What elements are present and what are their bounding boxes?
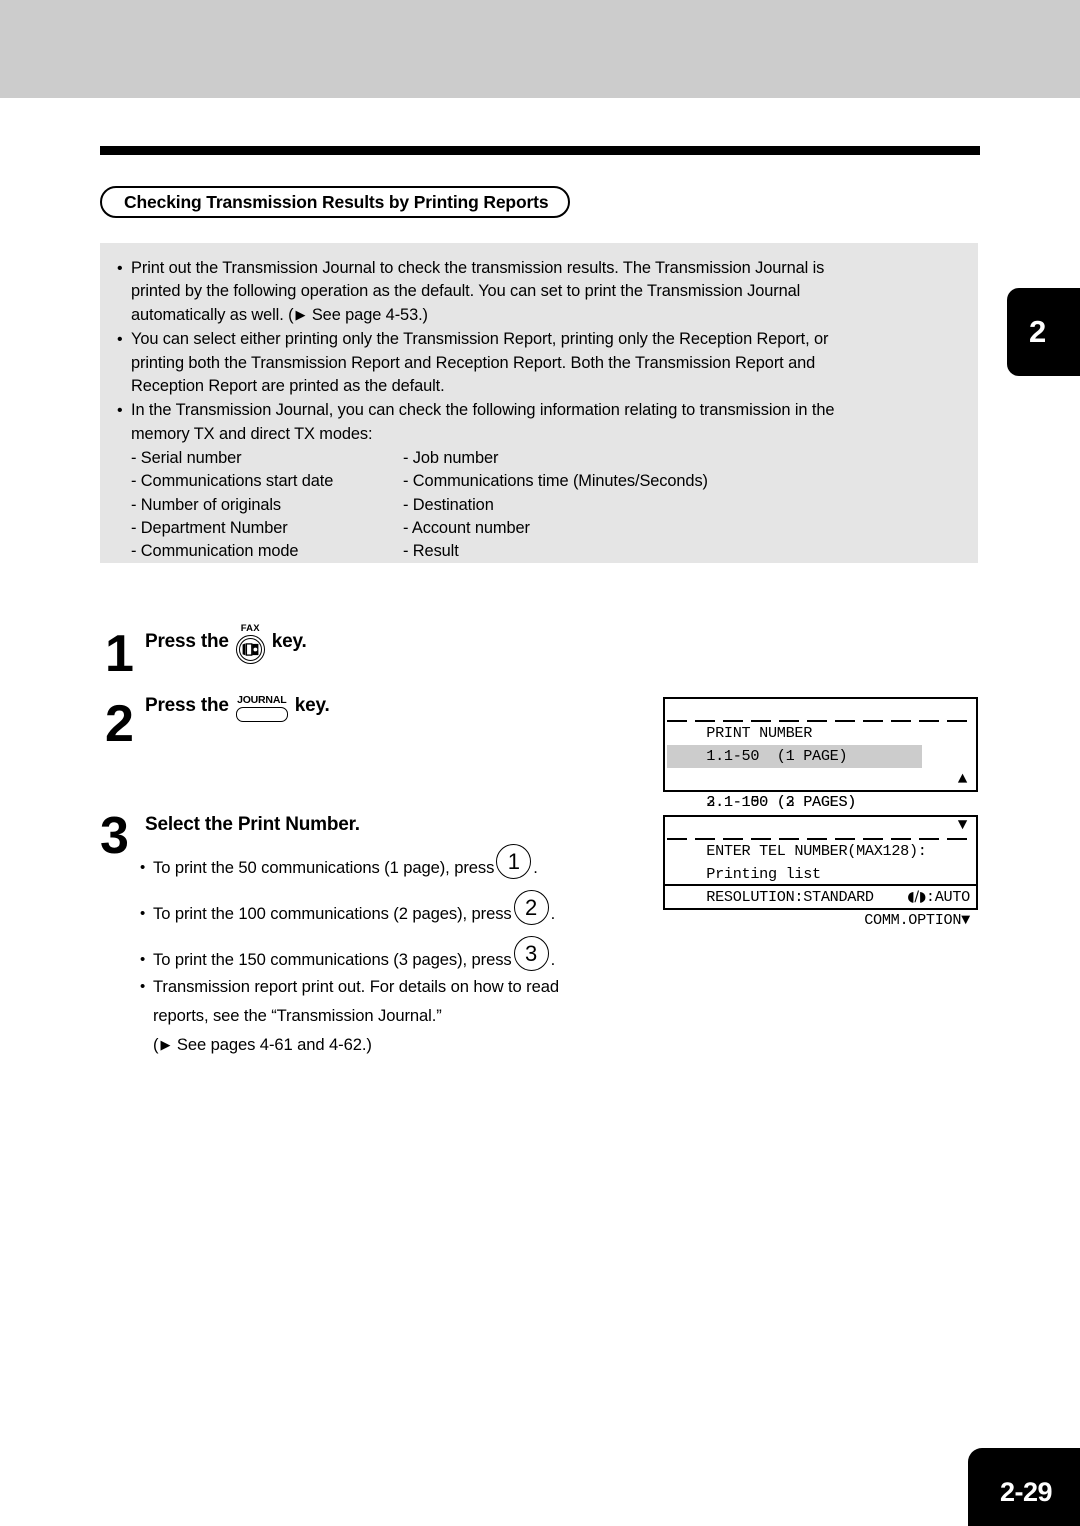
intro-panel: • Print out the Transmission Journal to … xyxy=(100,243,978,563)
list-item: - Number of originals - Destination xyxy=(131,494,964,517)
list-item-left: - Communications start date xyxy=(131,472,334,491)
list-item-left: - Number of originals xyxy=(131,495,282,514)
list-item-right: - Result xyxy=(403,542,459,561)
intro-bullet-line-last: automatically as well. (▶ See page 4-53.… xyxy=(131,304,964,327)
step-3-option-text: To print the 50 communications (1 page),… xyxy=(153,858,495,877)
list-item-right: - Communications time (Minutes/Seconds) xyxy=(403,472,708,491)
step-3-heading: Select the Print Number. xyxy=(145,814,360,835)
journal-key-label: JOURNAL xyxy=(237,694,287,706)
list-item-left: - Serial number xyxy=(131,449,242,468)
chapter-tab-number: 2 xyxy=(1029,314,1047,349)
bullet-dot-icon: • xyxy=(140,978,146,995)
list-item-left: - Communication mode xyxy=(131,542,299,561)
intro-bullet-line-text: automatically as well. ( xyxy=(131,305,294,324)
step-3-option-period: . xyxy=(550,904,556,923)
list-item: - Department Number - Account number xyxy=(131,517,964,540)
bullet-dot-icon: • xyxy=(117,331,123,349)
page-number-box: 2-29 xyxy=(968,1448,1080,1526)
step-2-instruction: Press the JOURNAL key. xyxy=(145,692,330,722)
lcd-comm-option-group: COMM.OPTION▼ xyxy=(811,886,970,955)
step-3-note-line1: Transmission report print out. For detai… xyxy=(153,977,559,996)
step-2-number: 2 xyxy=(105,695,134,753)
numeric-key-1-icon[interactable]: 1 xyxy=(496,844,532,879)
journal-key-body xyxy=(235,707,288,722)
lcd-option-row[interactable]: 3.1-150 (3 PAGES) ▼ xyxy=(665,768,976,834)
lcd-tel-header-text: ENTER TEL NUMBER(MAX128): xyxy=(706,842,927,860)
step-3-note: • Transmission report print out. For det… xyxy=(140,972,648,1059)
step-3-option: • To print the 50 communications (1 page… xyxy=(140,844,660,891)
intro-bullet-line: printing both the Transmission Report an… xyxy=(131,353,816,372)
chapter-tab: 2 xyxy=(1007,288,1080,376)
list-item: - Communications start date - Communicat… xyxy=(131,470,964,493)
scroll-up-arrow-icon[interactable]: ▲ xyxy=(958,768,968,791)
intro-bullet-text: Print out the Transmission Journal to ch… xyxy=(131,257,964,327)
step-3-option-text: To print the 100 communications (2 pages… xyxy=(153,904,512,923)
intro-bullet-tail: See page 4-53.) xyxy=(307,305,428,324)
list-item: - Communication mode - Result xyxy=(131,540,964,563)
fax-key-label: FAX xyxy=(240,623,260,634)
journal-key-icon[interactable]: JOURNAL xyxy=(235,694,288,722)
step-2-text-after: key. xyxy=(294,694,330,716)
section-title-pill: Checking Transmission Results by Printin… xyxy=(100,186,571,218)
intro-bullet: • You can select either printing only th… xyxy=(114,328,964,398)
step-3-option: • To print the 100 communications (2 pag… xyxy=(140,890,660,937)
journal-fields-list: - Serial number - Job number - Communica… xyxy=(131,447,964,563)
page-title: Checking Transmission Results by Printin… xyxy=(124,191,549,212)
lcd-status-text: Printing list xyxy=(706,865,821,883)
triangle-right-icon: ▶ xyxy=(295,306,306,322)
lcd-enter-tel-panel: ENTER TEL NUMBER(MAX128): Printing list … xyxy=(663,815,978,929)
intro-bullet: • In the Transmission Journal, you can c… xyxy=(114,399,964,446)
intro-bullet-text: You can select either printing only the … xyxy=(131,328,964,398)
triangle-right-icon: ▶ xyxy=(160,1037,171,1052)
fax-key-icon[interactable]: FAX xyxy=(235,623,265,664)
lcd-option-text: 1.1-50 (1 PAGE) xyxy=(706,747,848,765)
intro-bullet-line: In the Transmission Journal, you can che… xyxy=(131,401,835,420)
step-3-options: • To print the 50 communications (1 page… xyxy=(140,844,660,983)
intro-bullet-line: Reception Report are printed as the defa… xyxy=(131,377,445,396)
step-3-note-line2: reports, see the “Transmission Journal.” xyxy=(153,1006,442,1025)
lcd-option-text: 3.1-150 (3 PAGES) xyxy=(706,793,857,811)
step-3-option-period: . xyxy=(533,858,538,877)
bullet-dot-icon: • xyxy=(140,859,146,876)
intro-bullet-line: Print out the Transmission Journal to ch… xyxy=(131,259,825,277)
step-3-number: 3 xyxy=(100,807,129,865)
bullet-dot-icon: • xyxy=(117,402,123,420)
fax-key-outer-ring xyxy=(235,635,265,664)
bullet-dot-icon: • xyxy=(140,905,146,922)
intro-bullet: • Print out the Transmission Journal to … xyxy=(114,257,964,327)
step-1-text-before: Press the xyxy=(145,631,229,652)
step-1-number: 1 xyxy=(105,625,134,683)
lcd-header-row: PRINT NUMBER xyxy=(665,699,976,742)
page-number: 2-29 xyxy=(1000,1476,1053,1507)
lcd-print-number-panel: PRINT NUMBER 1.1-50 (1 PAGE) ▲ 2.1-100 (… xyxy=(663,697,978,834)
numeric-key-2-icon[interactable]: 2 xyxy=(513,890,549,925)
top-gray-band xyxy=(0,0,1080,98)
list-item-right: - Job number xyxy=(403,449,499,468)
step-3-note-line3: (▶ See pages 4-61 and 4-62.) xyxy=(153,1030,648,1059)
fax-machine-glyph xyxy=(242,643,259,656)
section-rule xyxy=(100,146,980,155)
intro-bullet-line: You can select either printing only the … xyxy=(131,330,829,349)
numeric-key-3-icon[interactable]: 3 xyxy=(513,936,549,971)
step-2-text-before: Press the xyxy=(145,694,229,716)
list-item-right: - Destination xyxy=(403,495,494,514)
step-3-note-reference: See pages 4-61 and 4-62.) xyxy=(172,1035,372,1054)
comm-option-down-arrow-icon[interactable]: ▼ xyxy=(961,911,970,929)
intro-bullet-line: memory TX and direct TX modes: xyxy=(131,424,373,443)
lcd-comm-option-text: COMM.OPTION xyxy=(864,911,962,929)
intro-bullet-line: printed by the following operation as th… xyxy=(131,282,801,301)
step-3-note-paren: ( xyxy=(153,1035,159,1054)
lcd-tel-header-row: ENTER TEL NUMBER(MAX128): xyxy=(665,817,976,860)
list-item: - Serial number - Job number xyxy=(131,447,964,470)
step-1-instruction: Press the FAX key. xyxy=(145,622,307,664)
intro-bullet-text: In the Transmission Journal, you can che… xyxy=(131,399,964,446)
step-1-text-after: key. xyxy=(271,631,307,652)
bullet-dot-icon: • xyxy=(117,260,123,277)
scroll-down-arrow-icon[interactable]: ▼ xyxy=(958,814,968,837)
list-item-left: - Department Number xyxy=(131,518,288,537)
fax-key-inner-ring xyxy=(238,638,262,661)
list-item-right: - Account number xyxy=(403,518,530,537)
lcd-header-text: PRINT NUMBER xyxy=(706,724,813,742)
